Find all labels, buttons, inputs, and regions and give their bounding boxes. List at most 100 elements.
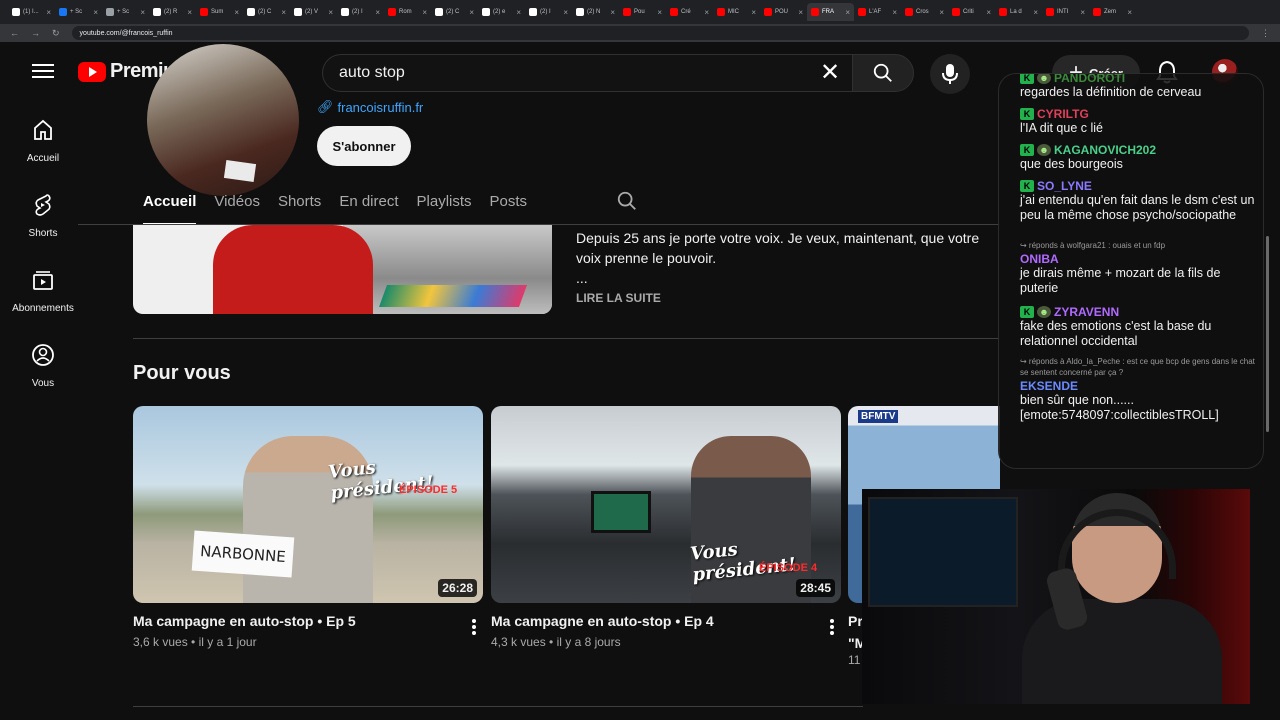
- search-input[interactable]: auto stop: [322, 54, 852, 92]
- browser-tab[interactable]: MIC ×: [713, 3, 760, 21]
- browser-tab[interactable]: Criti ×: [948, 3, 995, 21]
- chat-message-text: l'IA dit que c lié: [1020, 121, 1103, 135]
- more-options-button[interactable]: [471, 618, 477, 641]
- chat-author-name[interactable]: EKSENDE: [1020, 379, 1078, 393]
- back-icon[interactable]: ←: [10, 28, 19, 38]
- browser-tab[interactable]: (2) C ×: [431, 3, 478, 21]
- search-button[interactable]: [852, 54, 914, 92]
- tab-close-icon[interactable]: ×: [516, 8, 521, 17]
- read-more-link[interactable]: LIRE LA SUITE: [576, 291, 661, 305]
- tab-close-icon[interactable]: ×: [798, 8, 803, 17]
- browser-tab[interactable]: POU ×: [760, 3, 807, 21]
- tab-close-icon[interactable]: ×: [422, 8, 427, 17]
- chat-author-name[interactable]: ZYRAVENN: [1054, 305, 1119, 319]
- browser-tab[interactable]: (2) C ×: [243, 3, 290, 21]
- tab-favicon-icon: [529, 8, 537, 16]
- tab-close-icon[interactable]: ×: [845, 8, 850, 17]
- browser-tab[interactable]: (2) e ×: [478, 3, 525, 21]
- clear-search-icon[interactable]: ✕: [820, 61, 840, 85]
- tab-close-icon[interactable]: ×: [46, 8, 51, 17]
- tab-label: (2) V: [305, 9, 319, 15]
- tab-shorts[interactable]: Shorts: [269, 181, 330, 225]
- tab-posts[interactable]: Posts: [481, 181, 537, 225]
- browser-tab[interactable]: FRA ×: [807, 3, 854, 21]
- tab-label: (2) C: [446, 9, 460, 15]
- tab-close-icon[interactable]: ×: [610, 8, 615, 17]
- tab-playlists[interactable]: Playlists: [408, 181, 481, 225]
- tab-close-icon[interactable]: ×: [1080, 8, 1085, 17]
- tab-close-icon[interactable]: ×: [939, 8, 944, 17]
- browser-tab[interactable]: + Sc ×: [55, 3, 102, 21]
- tab-close-icon[interactable]: ×: [140, 8, 145, 17]
- voice-search-button[interactable]: [930, 54, 970, 94]
- tab-close-icon[interactable]: ×: [751, 8, 756, 17]
- kick-badge-icon: K: [1020, 305, 1034, 318]
- tab-favicon-icon: [153, 8, 161, 16]
- video-card[interactable]: Vous président! ÉPISODE 4 28:45 Ma campa…: [491, 406, 841, 649]
- browser-tab[interactable]: Cré ×: [666, 3, 713, 21]
- browser-tab[interactable]: + Sc ×: [102, 3, 149, 21]
- chat-scrollbar[interactable]: [1266, 236, 1269, 432]
- video-title[interactable]: Ma campagne en auto-stop • Ep 4: [491, 613, 841, 633]
- browser-tab[interactable]: INTI ×: [1042, 3, 1089, 21]
- browser-tab[interactable]: L'AF ×: [854, 3, 901, 21]
- tab-close-icon[interactable]: ×: [563, 8, 568, 17]
- browser-tab[interactable]: (2) I ×: [525, 3, 572, 21]
- tab-close-icon[interactable]: ×: [986, 8, 991, 17]
- tab-close-icon[interactable]: ×: [1127, 8, 1132, 17]
- browser-tab[interactable]: Pou ×: [619, 3, 666, 21]
- url-bar[interactable]: youtube.com/@francois_ruffin: [71, 26, 1249, 40]
- tab-close-icon[interactable]: ×: [281, 8, 286, 17]
- video-card[interactable]: NARBONNE Vous président! ÉPISODE 5 26:28…: [133, 406, 483, 649]
- tab-favicon-icon: [905, 8, 913, 16]
- channel-search-button[interactable]: [616, 190, 638, 217]
- tab-label: Cros: [916, 9, 929, 15]
- subscribe-button[interactable]: S'abonner: [317, 126, 411, 166]
- browser-tab[interactable]: (2) R ×: [149, 3, 196, 21]
- video-thumbnail[interactable]: Vous président! ÉPISODE 4 28:45: [491, 406, 841, 603]
- menu-button[interactable]: [30, 60, 56, 82]
- tab-close-icon[interactable]: ×: [234, 8, 239, 17]
- tab-close-icon[interactable]: ×: [892, 8, 897, 17]
- extensions-icon[interactable]: ⋮: [1261, 28, 1270, 39]
- tab-close-icon[interactable]: ×: [93, 8, 98, 17]
- kebab-menu-icon: [472, 619, 476, 635]
- browser-tab[interactable]: (2) I ×: [337, 3, 384, 21]
- tab-close-icon[interactable]: ×: [187, 8, 192, 17]
- video-title[interactable]: Ma campagne en auto-stop • Ep 5: [133, 613, 483, 633]
- tab-en-direct[interactable]: En direct: [330, 181, 407, 225]
- browser-tab[interactable]: (1) I... ×: [8, 3, 55, 21]
- tab-close-icon[interactable]: ×: [657, 8, 662, 17]
- reload-icon[interactable]: ↻: [52, 28, 60, 39]
- browser-tab[interactable]: Sum ×: [196, 3, 243, 21]
- streamer-webcam: [862, 489, 1250, 704]
- featured-video-thumbnail[interactable]: [133, 225, 552, 314]
- forward-icon[interactable]: →: [31, 28, 40, 38]
- browser-tab[interactable]: Rom ×: [384, 3, 431, 21]
- chat-author-name[interactable]: KAGANOVICH202: [1054, 143, 1156, 157]
- tab-accueil[interactable]: Accueil: [134, 181, 205, 225]
- channel-link[interactable]: 🔗︎ francoisruffin.fr: [317, 99, 423, 115]
- chat-author-name[interactable]: SO_LYNE: [1037, 179, 1092, 193]
- tab-vidéos[interactable]: Vidéos: [205, 181, 269, 225]
- tab-close-icon[interactable]: ×: [328, 8, 333, 17]
- chat-author-name[interactable]: CYRILTG: [1037, 107, 1089, 121]
- chat-author-name[interactable]: PANDOROTI: [1054, 74, 1125, 85]
- more-options-button[interactable]: [829, 618, 835, 641]
- chat-message: K SO_LYNE j'ai entendu qu'en fait dans le …: [1020, 178, 1256, 223]
- video-thumbnail[interactable]: NARBONNE Vous président! ÉPISODE 5 26:28: [133, 406, 483, 603]
- tab-close-icon[interactable]: ×: [704, 8, 709, 17]
- tab-close-icon[interactable]: ×: [469, 8, 474, 17]
- tab-close-icon[interactable]: ×: [1033, 8, 1038, 17]
- chat-author-name[interactable]: ONIBA: [1020, 252, 1059, 266]
- browser-tab[interactable]: La d ×: [995, 3, 1042, 21]
- browser-tab[interactable]: Cros ×: [901, 3, 948, 21]
- kick-badge-icon: K: [1020, 143, 1034, 156]
- tab-label: (2) R: [164, 9, 178, 15]
- tab-close-icon[interactable]: ×: [375, 8, 380, 17]
- browser-tab[interactable]: (2) V ×: [290, 3, 337, 21]
- browser-tab[interactable]: (2) N ×: [572, 3, 619, 21]
- browser-tab[interactable]: Zem ×: [1089, 3, 1136, 21]
- tab-label: (2) I: [352, 9, 363, 15]
- thumbnail-episode-label: ÉPISODE 5: [399, 484, 458, 496]
